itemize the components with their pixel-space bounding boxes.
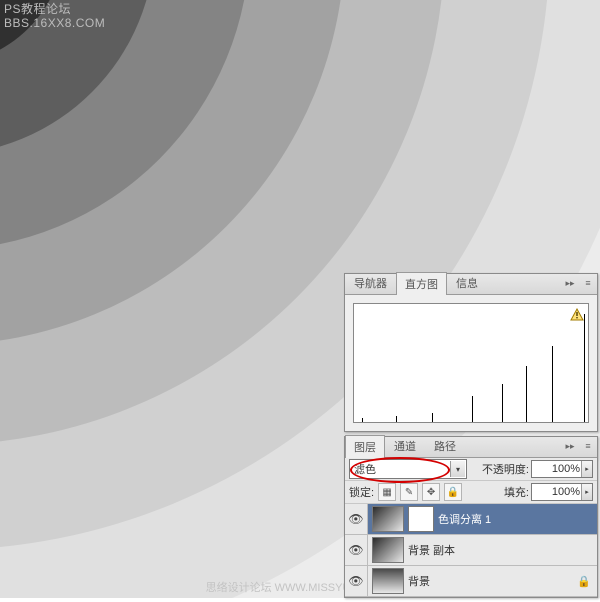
histogram-bar [526,366,527,422]
layers-tabbar: 图层 通道 路径 ▸▸ ≡ [345,437,597,458]
layer-name[interactable]: 背景 副本 [408,542,455,558]
histogram-tabbar: 导航器 直方图 信息 ▸▸ ≡ [345,274,597,295]
lock-transparent-icon[interactable]: ▦ [378,483,396,501]
watermark-top: PS教程论坛 BBS.16XX8.COM [4,2,105,30]
tab-layers[interactable]: 图层 [345,435,385,458]
layer-thumbnail[interactable] [372,506,404,532]
visibility-icon[interactable]: 👁 [345,566,368,596]
fill-value: 100% [552,486,580,498]
chevron-right-icon: ▸ [581,461,592,477]
layer-mask-thumbnail[interactable] [408,506,434,532]
layer-name[interactable]: 色调分离 1 [438,511,491,527]
tab-paths[interactable]: 路径 [425,434,465,457]
opacity-value: 100% [552,463,580,475]
lock-pixels-icon[interactable]: ✎ [400,483,418,501]
blend-mode-select[interactable]: 滤色 ▾ [349,459,467,479]
blend-mode-value: 滤色 [354,461,376,477]
watermark-line1: PS教程论坛 [4,2,105,16]
histogram-bar [432,413,433,422]
layer-thumbnail[interactable] [372,568,404,594]
panels-container: 导航器 直方图 信息 ▸▸ ≡ 图层 通道 路径 ▸▸ ≡ [344,273,598,602]
lock-label: 锁定: [349,484,374,500]
histogram-chart [353,303,589,423]
lock-all-icon[interactable]: 🔒 [444,483,462,501]
layer-row[interactable]: 👁 背景 🔒 [345,566,597,597]
layer-list: 👁 色调分离 1 👁 背景 副本 👁 背景 🔒 [345,504,597,597]
tab-channels[interactable]: 通道 [385,434,425,457]
layers-body: 滤色 ▾ 不透明度: 100% ▸ 锁定: ▦ ✎ ✥ 🔒 [345,458,597,597]
visibility-icon[interactable]: 👁 [345,535,368,565]
opacity-input[interactable]: 100% ▸ [531,460,593,478]
lock-position-icon[interactable]: ✥ [422,483,440,501]
expand-icon[interactable]: ▸▸ [563,439,577,453]
tab-navigator[interactable]: 导航器 [345,271,396,294]
visibility-icon[interactable]: 👁 [345,504,368,534]
histogram-panel: 导航器 直方图 信息 ▸▸ ≡ [344,273,598,432]
expand-icon[interactable]: ▸▸ [563,276,577,290]
tab-info[interactable]: 信息 [447,271,487,294]
fill-input[interactable]: 100% ▸ [531,483,593,501]
histogram-bar [584,314,585,422]
tab-histogram[interactable]: 直方图 [396,272,447,295]
layer-thumbnail[interactable] [372,537,404,563]
fill-label: 填充: [504,484,529,500]
histogram-bar [502,384,503,422]
opacity-label: 不透明度: [482,461,529,477]
menu-icon[interactable]: ≡ [581,276,595,290]
layer-row[interactable]: 👁 色调分离 1 [345,504,597,535]
chevron-down-icon: ▾ [450,461,465,477]
lock-icon: 🔒 [577,575,591,588]
layer-name[interactable]: 背景 [408,573,430,589]
lock-fill-row: 锁定: ▦ ✎ ✥ 🔒 填充: 100% ▸ [345,481,597,504]
histogram-bar [552,346,553,422]
histogram-bar [472,396,473,422]
layer-row[interactable]: 👁 背景 副本 [345,535,597,566]
menu-icon[interactable]: ≡ [581,439,595,453]
blend-opacity-row: 滤色 ▾ 不透明度: 100% ▸ [345,458,597,481]
histogram-bar [362,418,363,422]
histogram-bar [396,416,397,422]
chevron-right-icon: ▸ [581,484,592,500]
layers-panel: 图层 通道 路径 ▸▸ ≡ 滤色 ▾ 不透明度: 100% ▸ [344,436,598,598]
histogram-body [345,295,597,431]
watermark-line2: BBS.16XX8.COM [4,16,105,30]
